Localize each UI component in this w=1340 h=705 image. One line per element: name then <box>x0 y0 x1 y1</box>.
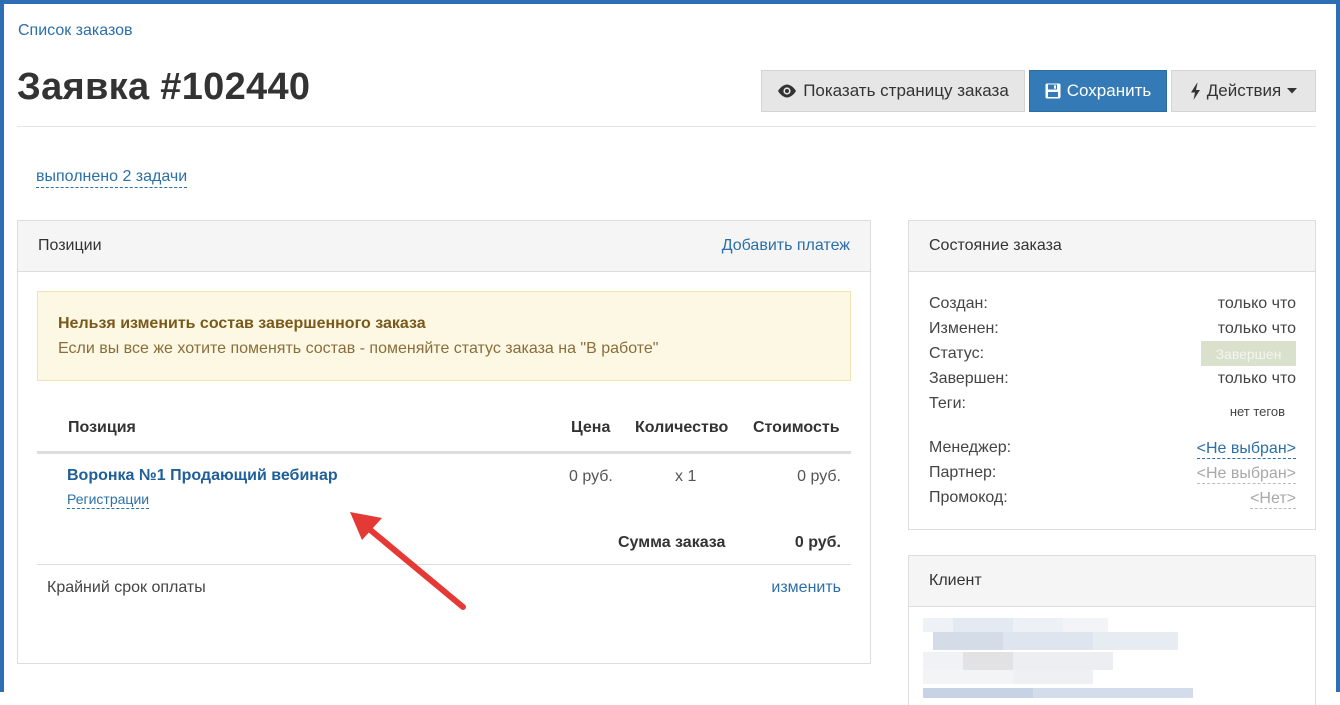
table-header-divider <box>37 451 851 454</box>
column-header-price: Цена <box>571 419 611 436</box>
changed-value: только что <box>1217 320 1296 337</box>
positions-panel-heading: Позиции Добавить платеж <box>18 221 870 272</box>
order-status-panel: Состояние заказа Создан: только что Изме… <box>908 220 1316 530</box>
created-label: Создан: <box>929 295 988 312</box>
page-title: Заявка #102440 <box>17 66 311 108</box>
client-info-redacted <box>923 618 1193 698</box>
edit-deadline-link[interactable]: изменить <box>771 579 841 597</box>
changed-label: Изменен: <box>929 320 999 337</box>
positions-panel-title: Позиции <box>38 237 102 254</box>
order-status-title: Состояние заказа <box>929 237 1062 254</box>
promo-label: Промокод: <box>929 489 1008 506</box>
eye-icon <box>777 84 797 98</box>
breadcrumb-orders-list[interactable]: Список заказов <box>18 22 133 40</box>
item-cost: 0 руб. <box>797 468 841 485</box>
save-label: Сохранить <box>1066 81 1152 100</box>
tags-label: Теги: <box>929 395 966 412</box>
save-icon <box>1045 83 1061 99</box>
warning-alert: Нельзя изменить состав завершенного зака… <box>37 291 851 381</box>
column-header-position: Позиция <box>68 419 136 436</box>
order-total-value: 0 руб. <box>794 534 841 551</box>
actions-label: Действия <box>1206 81 1282 100</box>
client-panel-title: Клиент <box>929 572 982 589</box>
completed-value: только что <box>1217 370 1296 387</box>
warning-text: Если вы все же хотите поменять состав - … <box>58 340 659 357</box>
promo-select[interactable]: <Нет> <box>1250 489 1296 509</box>
order-status-heading: Состояние заказа <box>909 221 1315 272</box>
tags-value[interactable]: нет тегов <box>1230 404 1285 419</box>
item-price: 0 руб. <box>569 468 613 485</box>
item-offer-link[interactable]: Регистрации <box>67 491 150 509</box>
column-header-quantity: Количество <box>635 419 729 436</box>
created-value: только что <box>1217 295 1296 312</box>
column-header-cost: Стоимость <box>753 419 840 436</box>
partner-label: Партнер: <box>929 464 997 481</box>
warning-title: Нельзя изменить состав завершенного зака… <box>58 315 426 332</box>
show-order-page-button[interactable]: Показать страницу заказа <box>761 70 1025 112</box>
save-button[interactable]: Сохранить <box>1029 70 1167 112</box>
caret-down-icon <box>1287 88 1298 94</box>
completed-label: Завершен: <box>929 370 1009 387</box>
item-name-link[interactable]: Воронка №1 Продающий вебинар <box>67 467 338 485</box>
payment-deadline-label: Крайний срок оплаты <box>47 579 206 596</box>
client-panel: Клиент <box>908 555 1316 705</box>
actions-dropdown-button[interactable]: Действия <box>1171 70 1316 112</box>
arrow-annotation <box>350 512 466 610</box>
order-total-label: Сумма заказа <box>618 534 726 551</box>
client-panel-heading: Клиент <box>909 556 1315 607</box>
status-label: Статус: <box>929 345 985 362</box>
partner-select[interactable]: <Не выбран> <box>1196 464 1296 484</box>
status-badge[interactable]: Завершен <box>1201 341 1296 366</box>
show-order-page-label: Показать страницу заказа <box>803 81 1009 100</box>
manager-label: Менеджер: <box>929 439 1012 456</box>
manager-select[interactable]: <Не выбран> <box>1196 439 1296 459</box>
completed-tasks-link[interactable]: выполнено 2 задачи <box>36 167 188 188</box>
bolt-icon <box>1190 82 1201 100</box>
header-divider <box>17 126 1316 127</box>
add-payment-link[interactable]: Добавить платеж <box>722 237 850 255</box>
item-quantity: x 1 <box>675 468 697 485</box>
